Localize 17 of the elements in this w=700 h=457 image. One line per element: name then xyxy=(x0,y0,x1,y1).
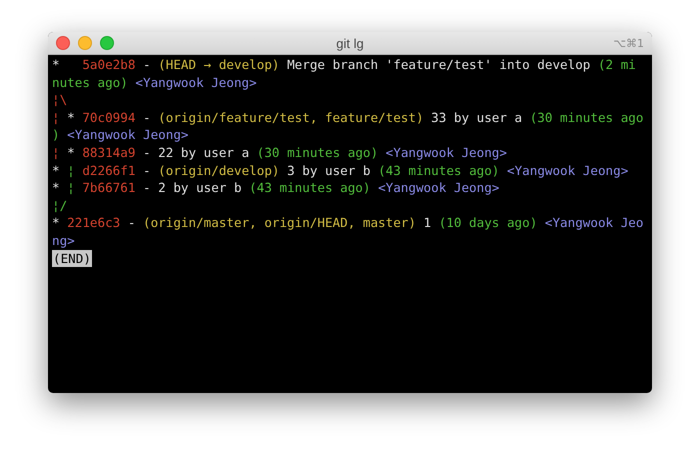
terminal-line: ¦\ xyxy=(52,91,68,109)
window-title: git lg xyxy=(335,36,365,50)
terminal-line: ng> xyxy=(52,232,75,250)
minimize-icon[interactable] xyxy=(78,36,92,50)
terminal-line: * 221e6c3 - (origin/master, origin/HEAD, master) 1 (10 days ago) <Yangwook Jeo xyxy=(52,214,644,232)
terminal-line: ) <Yangwook Jeong> xyxy=(52,126,188,144)
shortcut-label: ⌥⌘1 xyxy=(613,36,645,50)
terminal-line: ¦ * 70c0994 - (origin/feature/test, feature/test) 33 by user a (30 minutes ago xyxy=(52,108,644,126)
close-icon[interactable] xyxy=(56,36,70,50)
pager-status: (END) xyxy=(52,250,92,267)
terminal-line: ¦/ xyxy=(52,196,68,214)
maximize-icon[interactable] xyxy=(100,36,114,50)
terminal-line: * 5a0e2b8 - (HEAD → develop) Merge branch 'feature/test' into develop (2 mi xyxy=(52,56,636,74)
terminal-line: nutes ago) <Yangwook Jeong> xyxy=(52,74,257,92)
terminal-line: ¦ * 88314a9 - 22 by user a (30 minutes ago) <Yangwook Jeong> xyxy=(52,144,507,162)
terminal-line: * ¦ d2266f1 - (origin/develop) 3 by user b (43 minutes ago) <Yangwook Jeong> xyxy=(52,162,628,180)
terminal-line: * ¦ 7b66761 - 2 by user b (43 minutes ago) <Yangwook Jeong> xyxy=(52,179,500,197)
